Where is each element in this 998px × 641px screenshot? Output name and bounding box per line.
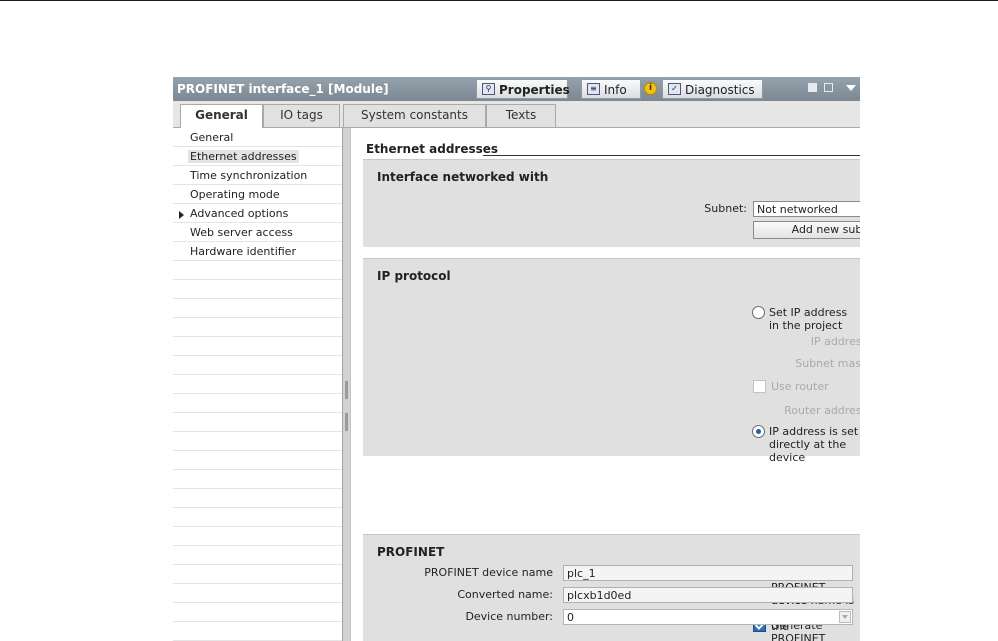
sidebar-item-advanced-options[interactable]: Advanced options — [190, 207, 288, 220]
properties-tab-label: Properties — [499, 83, 570, 97]
splitter[interactable] — [342, 128, 351, 641]
ethernet-addresses-heading: Ethernet addresses — [366, 142, 499, 156]
tab-system-constants[interactable]: System constants — [343, 104, 486, 127]
converted-name-value: plcxb1d0ed — [567, 589, 632, 602]
chevron-down-icon[interactable] — [839, 611, 851, 623]
ip-set-at-device-radio[interactable] — [752, 425, 765, 438]
router-address-label: Router address: — [784, 404, 860, 417]
ip-address-label: IP address: — [810, 335, 860, 348]
subnet-select[interactable]: Not networked — [753, 201, 860, 217]
subnet-mask-label: Subnet mask: — [795, 357, 860, 370]
float-window-icon[interactable] — [808, 83, 817, 92]
info-tab[interactable]: ≡ Info — [581, 79, 641, 99]
set-ip-in-project-label: Set IP address in the project — [769, 306, 848, 332]
inspector-window: PROFINET interface_1 [Module] ⚲ Properti… — [173, 77, 860, 641]
sidebar-item-web-server-access[interactable]: Web server access — [190, 226, 293, 239]
set-ip-in-project-radio[interactable] — [752, 306, 765, 319]
tab-general[interactable]: General — [180, 104, 263, 128]
subnet-label: Subnet: — [704, 202, 747, 215]
converted-name-field: plcxb1d0ed — [563, 587, 853, 603]
title-bar: PROFINET interface_1 [Module] ⚲ Properti… — [173, 77, 860, 101]
splitter-grip-lower[interactable] — [345, 413, 348, 431]
device-name-value: plc_1 — [567, 567, 596, 580]
diagnostics-icon: ✓ — [668, 83, 681, 95]
device-name-field[interactable]: plc_1 — [563, 565, 853, 581]
diagnostics-tab[interactable]: ✓ Diagnostics — [662, 79, 763, 99]
tab-bar: General IO tags System constants Texts — [173, 101, 860, 128]
maximize-icon[interactable] — [824, 83, 833, 92]
sidebar-nav: General Ethernet addresses Time synchron… — [173, 128, 342, 641]
expand-arrow-icon[interactable] — [179, 211, 184, 219]
device-name-label: PROFINET device name — [424, 566, 553, 579]
tab-texts[interactable]: Texts — [486, 104, 556, 127]
converted-name-label: Converted name: — [457, 588, 553, 601]
add-new-subnet-button[interactable]: Add new subnet — [753, 221, 860, 239]
ip-set-at-device-label: IP address is set directly at the device — [769, 425, 859, 464]
device-number-value: 0 — [567, 611, 574, 624]
chevron-down-icon[interactable] — [846, 85, 856, 91]
sidebar-item-time-synchronization[interactable]: Time synchronization — [190, 169, 307, 182]
diagnostics-tab-label: Diagnostics — [685, 83, 755, 97]
profinet-title: PROFINET — [377, 545, 445, 559]
info-badge-icon[interactable]: i — [644, 82, 657, 95]
info-tab-label: Info — [604, 83, 627, 97]
ip-protocol-section: IP protocol Set IP address in the projec… — [363, 258, 860, 464]
subnet-value: Not networked — [757, 203, 838, 216]
top-rule — [0, 0, 998, 1]
device-number-select[interactable]: 0 — [563, 609, 853, 625]
interface-section: Interface networked with Subnet: Not net… — [363, 159, 860, 247]
ip-protocol-title: IP protocol — [377, 269, 451, 283]
window-title: PROFINET interface_1 [Module] — [177, 82, 389, 96]
interface-section-title: Interface networked with — [377, 170, 549, 184]
sidebar-item-ethernet-addresses[interactable]: Ethernet addresses — [188, 150, 299, 163]
heading-divider — [483, 155, 860, 156]
tab-io-tags[interactable]: IO tags — [263, 104, 340, 127]
use-router-label: Use router — [771, 380, 829, 393]
properties-icon: ⚲ — [482, 83, 495, 95]
device-number-label: Device number: — [465, 610, 553, 623]
info-list-icon: ≡ — [587, 83, 600, 95]
sidebar-item-operating-mode[interactable]: Operating mode — [190, 188, 280, 201]
use-router-checkbox[interactable] — [753, 380, 766, 393]
properties-tab[interactable]: ⚲ Properties — [476, 79, 570, 99]
splitter-grip-upper[interactable] — [345, 381, 348, 399]
sidebar-item-general[interactable]: General — [190, 131, 233, 144]
sidebar-item-hardware-identifier[interactable]: Hardware identifier — [190, 245, 296, 258]
